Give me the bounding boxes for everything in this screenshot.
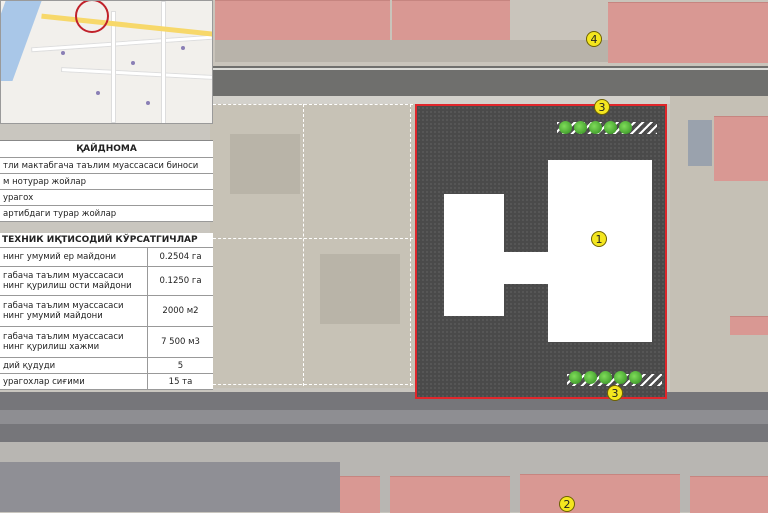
site-boundary[interactable]	[415, 104, 667, 399]
tree-icon	[559, 121, 572, 134]
map-road	[111, 11, 116, 123]
road-edge	[0, 410, 768, 424]
marker-north-block[interactable]: 4	[586, 31, 602, 47]
legend-panel: ҚАЙДНОМА тли мактабгача таълим муассасас…	[0, 140, 213, 222]
site-location-circle	[75, 1, 109, 33]
marker-south-block[interactable]: 2	[559, 496, 575, 512]
tree-icon	[569, 371, 582, 384]
location-inset-map[interactable]	[0, 0, 213, 124]
roof	[390, 476, 510, 513]
legend-title: ҚАЙДНОМА	[76, 144, 137, 154]
plot-line	[410, 104, 411, 386]
parameters-panel: ТЕХНИК ИҚТИСОДИЙ КЎРСАТГИЧЛАР нинг умуми…	[0, 233, 213, 390]
legend-item: м нотурар жойлар	[0, 173, 213, 189]
legend-item: тли мактабгача таълим муассасаси биноси	[0, 157, 213, 173]
vacant-field	[210, 104, 415, 388]
poi-icon	[181, 46, 185, 50]
plot-line	[213, 238, 413, 239]
yard	[215, 40, 608, 62]
legend-item: артибдаги турар жойлар	[0, 205, 213, 222]
table-row: нинг умумий ер майдони 0.2504 га	[0, 247, 213, 266]
map-road	[60, 67, 212, 80]
building-connector	[477, 252, 555, 284]
plot-line	[213, 384, 413, 385]
poi-icon	[96, 91, 100, 95]
roof	[608, 2, 768, 63]
tree-icon	[599, 371, 612, 384]
marker-green-north[interactable]: 3	[594, 99, 610, 115]
table-row: урагохлар сиғими 15 та	[0, 373, 213, 390]
poi-icon	[61, 51, 65, 55]
table-row: дий қудуди 5	[0, 357, 213, 373]
tree-icon	[604, 121, 617, 134]
tree-icon	[574, 121, 587, 134]
poi-icon	[146, 101, 150, 105]
south-residential-block	[0, 442, 768, 513]
tree-icon	[629, 371, 642, 384]
marker-green-south[interactable]: 3	[607, 385, 623, 401]
marker-site[interactable]: 1	[591, 231, 607, 247]
field-patch	[320, 254, 400, 324]
roof	[730, 316, 768, 335]
roof	[392, 0, 510, 41]
map-road	[31, 34, 212, 53]
tree-icon	[584, 371, 597, 384]
yard	[0, 462, 340, 512]
roof	[714, 116, 768, 181]
roof	[690, 476, 768, 513]
plot-line	[303, 104, 304, 386]
river	[1, 1, 42, 81]
table-row: габача таълим муассасаси нинг қурилиш ос…	[0, 266, 213, 295]
shed	[688, 120, 712, 166]
east-residential-area	[670, 96, 768, 396]
poi-icon	[131, 61, 135, 65]
roof	[340, 476, 380, 513]
plot-line	[213, 104, 413, 105]
roof	[520, 474, 680, 513]
main-road	[41, 13, 212, 38]
tree-row-south	[569, 371, 642, 384]
tree-icon	[589, 121, 602, 134]
parameters-title: ТЕХНИК ИҚТИСОДИЙ КЎРСАТГИЧЛАР	[2, 235, 198, 245]
map-road	[161, 1, 166, 123]
tree-icon	[619, 121, 632, 134]
roof	[215, 0, 390, 41]
tree-icon	[614, 371, 627, 384]
field-patch	[230, 134, 300, 194]
tree-row-north	[559, 121, 632, 134]
table-row: габача таълим муассасаси нинг қурилиш ха…	[0, 326, 213, 357]
legend-item: урагох	[0, 189, 213, 205]
table-row: габача таълим муассасаси нинг умумий май…	[0, 295, 213, 326]
building-east-wing	[548, 160, 652, 342]
